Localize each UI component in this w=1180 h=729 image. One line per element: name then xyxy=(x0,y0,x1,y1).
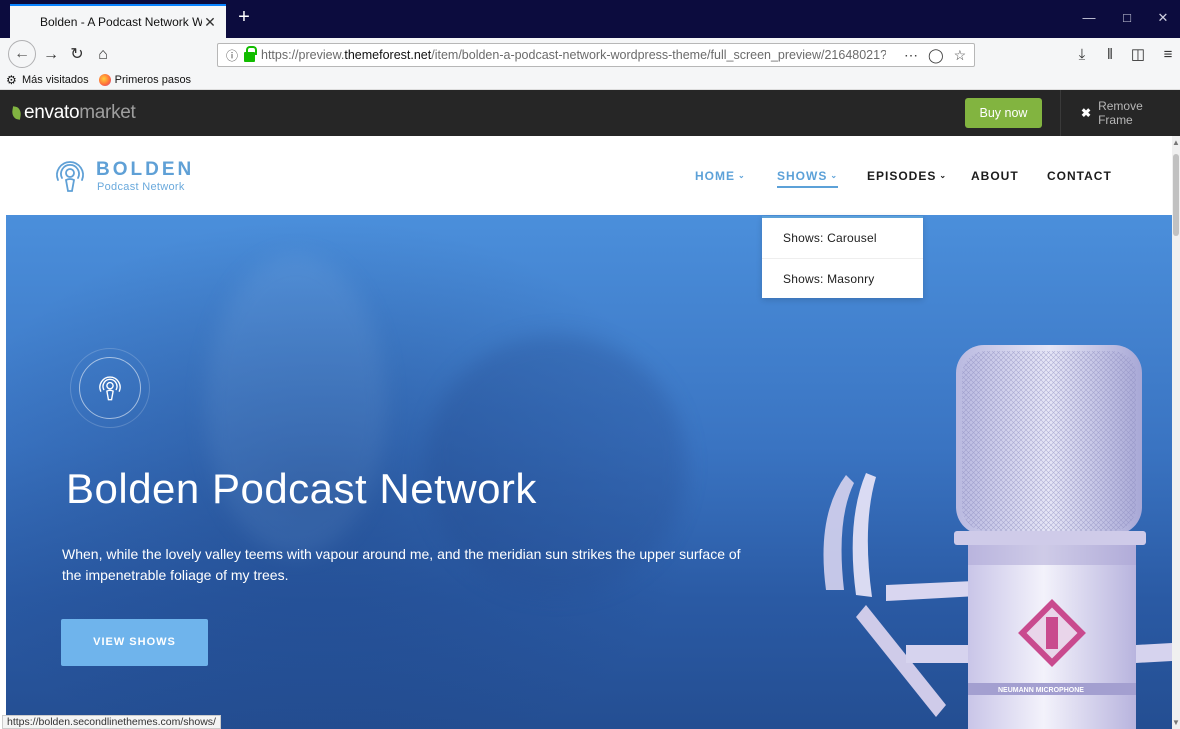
bookmark-mas-visitados[interactable]: ⚙ Más visitados xyxy=(6,74,89,86)
download-icon[interactable]: ⤓ xyxy=(1070,42,1094,68)
scroll-down-icon[interactable]: ▼ xyxy=(1172,718,1180,727)
bookmarks-bar: ⚙ Más visitados Primeros pasos xyxy=(0,71,1180,90)
envato-market-logo[interactable]: envato market xyxy=(11,102,136,124)
nav-episodes[interactable]: EPISODES ⌄ xyxy=(867,169,947,183)
chevron-down-icon: ⌄ xyxy=(738,171,746,180)
site-header: BOLDEN Podcast Network HOME ⌄ SHOWS ⌄ EPIS… xyxy=(6,136,1172,215)
envato-preview-bar: envato market Buy now ✖ Remove Frame xyxy=(0,90,1180,136)
close-window-icon[interactable]: ✕ xyxy=(1148,6,1178,30)
logo-subtitle: Podcast Network xyxy=(97,181,185,193)
status-url: https://bolden.secondlinethemes.com/show… xyxy=(2,715,221,729)
nav-contact[interactable]: CONTACT xyxy=(1047,169,1112,183)
reload-icon[interactable]: ↻ xyxy=(64,42,90,68)
browser-tab-bar: Bolden - A Podcast Network WordP ✕ + — □… xyxy=(0,0,1180,38)
site-viewport: BOLDEN Podcast Network HOME ⌄ SHOWS ⌄ EPIS… xyxy=(6,136,1172,729)
view-shows-button[interactable]: VIEW SHOWS xyxy=(61,619,208,666)
envato-leaf-icon xyxy=(11,106,22,120)
back-arrow-icon[interactable]: ← xyxy=(8,40,36,68)
maximize-icon[interactable]: □ xyxy=(1112,6,1142,30)
podcast-logo-icon[interactable] xyxy=(52,158,88,194)
new-tab-button[interactable]: + xyxy=(232,6,256,30)
bookmark-star-icon[interactable]: ☆ xyxy=(954,47,967,64)
hero-description: When, while the lovely valley teems with… xyxy=(62,546,741,583)
dropdown-item-shows-carousel[interactable]: Shows: Carousel xyxy=(762,218,923,258)
logo-title[interactable]: BOLDEN xyxy=(96,159,194,181)
chevron-down-icon: ⌄ xyxy=(830,171,839,180)
microphone-brand-label: NEUMANN MICROPHONE xyxy=(998,687,1084,694)
shows-dropdown-menu: Shows: Carousel Shows: Masonry xyxy=(762,216,923,298)
library-icon[interactable]: ‖ xyxy=(1098,42,1122,68)
nav-shows[interactable]: SHOWS ⌄ xyxy=(777,169,839,188)
hero-podcast-badge xyxy=(70,348,150,428)
podcast-icon xyxy=(99,376,121,401)
nav-home[interactable]: HOME ⌄ xyxy=(695,169,746,183)
dropdown-item-shows-masonry[interactable]: Shows: Masonry xyxy=(762,258,923,298)
scrollbar-thumb[interactable] xyxy=(1173,154,1179,236)
buy-now-button[interactable]: Buy now xyxy=(965,98,1042,128)
scroll-up-icon[interactable]: ▲ xyxy=(1172,138,1180,147)
nav-about[interactable]: ABOUT xyxy=(971,169,1019,183)
page-scrollbar[interactable]: ▲ ▼ xyxy=(1172,136,1180,729)
browser-nav-bar: ← → ↻ ⌂ ⓘ https://preview.themeforest.ne… xyxy=(0,38,1180,71)
info-icon[interactable]: ⓘ xyxy=(224,47,240,64)
sidebar-icon[interactable]: ◫ xyxy=(1126,42,1150,68)
microphone-image: NEUMANN MICROPHONE xyxy=(823,345,1172,729)
forward-arrow-icon[interactable]: → xyxy=(38,42,64,68)
firefox-icon xyxy=(98,74,111,86)
remove-frame-button[interactable]: ✖ Remove Frame xyxy=(1060,90,1180,136)
page-actions-icon[interactable]: ⋯ xyxy=(904,47,918,64)
pocket-icon[interactable]: ◯ xyxy=(928,47,944,64)
hero-title: Bolden Podcast Network xyxy=(66,465,537,512)
tab-close-icon[interactable]: ✕ xyxy=(202,14,218,31)
home-icon[interactable]: ⌂ xyxy=(90,42,116,68)
browser-tab[interactable]: Bolden - A Podcast Network WordP ✕ xyxy=(10,4,226,38)
hero-section: Bolden Podcast Network When, while the l… xyxy=(6,215,1172,729)
gear-icon: ⚙ xyxy=(6,73,17,87)
lock-icon[interactable] xyxy=(244,45,257,62)
chevron-down-icon: ⌄ xyxy=(939,171,948,180)
menu-icon[interactable]: ≡ xyxy=(1156,42,1180,68)
address-bar[interactable]: ⓘ https://preview.themeforest.net/item/b… xyxy=(217,43,975,67)
minimize-icon[interactable]: — xyxy=(1074,6,1104,30)
close-icon: ✖ xyxy=(1081,106,1092,120)
bookmark-primeros-pasos[interactable]: Primeros pasos xyxy=(98,74,191,86)
url-text[interactable]: https://preview.themeforest.net/item/bol… xyxy=(261,48,886,62)
tab-title: Bolden - A Podcast Network WordP xyxy=(40,15,202,29)
